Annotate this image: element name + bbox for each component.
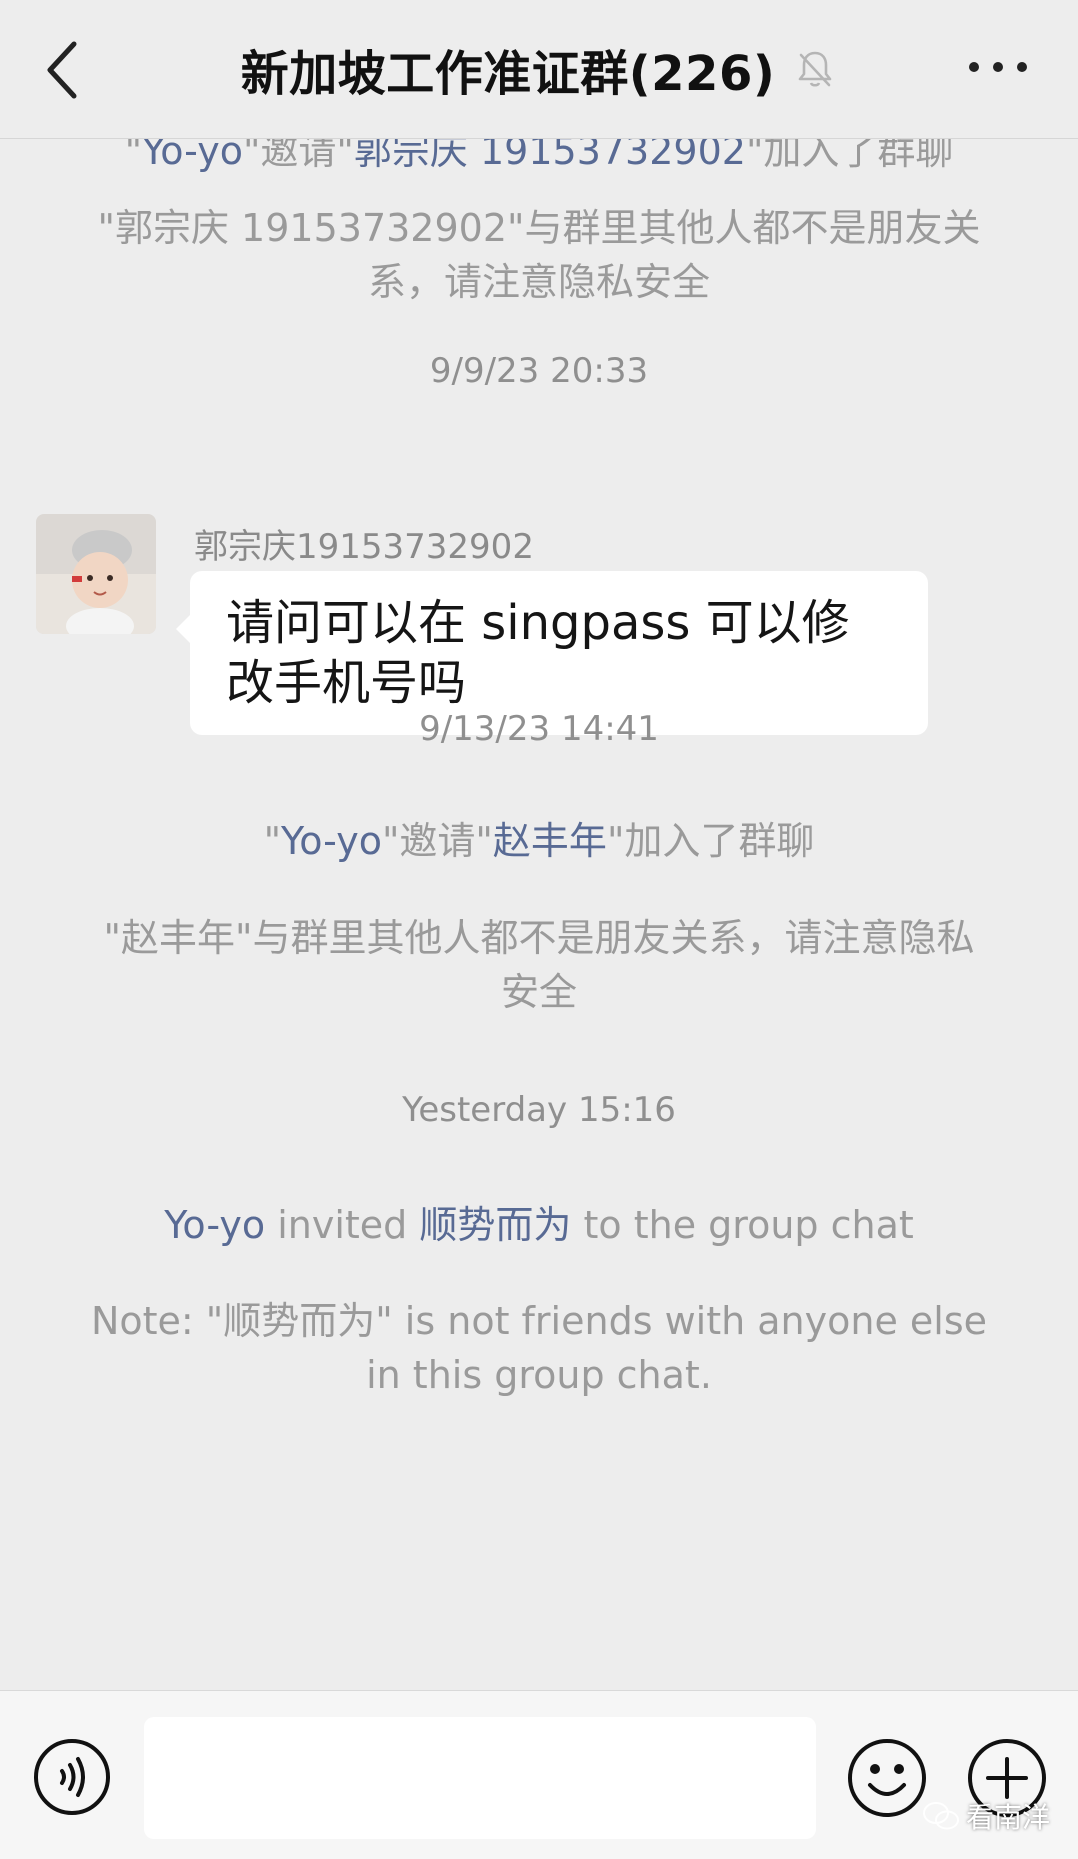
watermark: 看南洋 xyxy=(922,1796,1050,1836)
timestamp: 9/9/23 20:33 xyxy=(429,351,649,391)
emoji-icon xyxy=(848,1739,926,1817)
more-button[interactable] xyxy=(958,42,1038,92)
inviter-name[interactable]: Yo-yo xyxy=(164,1203,265,1247)
inviter-name[interactable]: Yo-yo xyxy=(281,819,382,863)
chat-title: 新加坡工作准证群(226) xyxy=(240,46,776,102)
voice-icon xyxy=(34,1739,110,1815)
message-input[interactable] xyxy=(144,1717,816,1839)
message-list[interactable]: "Yo-yo"邀请"郭宗庆 19153732902"加入了群聊 "郭宗庆 191… xyxy=(0,139,1078,1689)
chat-header: 新加坡工作准证群(226) xyxy=(0,0,1078,139)
emoji-button[interactable] xyxy=(846,1737,928,1819)
system-message-invite: "Yo-yo"邀请"郭宗庆 19153732902"加入了群聊 xyxy=(90,139,988,178)
timestamp: Yesterday 15:16 xyxy=(402,1090,676,1130)
invitee-name[interactable]: 赵丰年 xyxy=(493,819,607,863)
sender-name: 郭宗庆19153732902 xyxy=(194,527,534,567)
inviter-name[interactable]: Yo-yo xyxy=(142,139,243,173)
system-message-privacy: "郭宗庆 19153732902"与群里其他人都不是朋友关系，请注意隐私安全 xyxy=(97,206,981,304)
watermark-text: 看南洋 xyxy=(966,1801,1051,1834)
avatar[interactable] xyxy=(36,514,156,634)
system-message-note: Note: "顺势而为" is not friends with anyone … xyxy=(90,1299,988,1397)
more-dots-icon xyxy=(969,62,1027,72)
system-message-invite: "Yo-yo"邀请"赵丰年"加入了群聊 xyxy=(263,819,815,863)
bell-muted-icon xyxy=(798,51,832,87)
system-message-invite: Yo-yo invited 顺势而为 to the group chat xyxy=(164,1203,914,1247)
system-message-privacy: "赵丰年"与群里其他人都不是朋友关系，请注意隐私安全 xyxy=(103,916,975,1014)
input-bar xyxy=(0,1690,1078,1859)
voice-button[interactable] xyxy=(32,1737,112,1817)
invitee-name[interactable]: 郭宗庆 19153732902 xyxy=(354,139,746,173)
chat-title-wrap: 新加坡工作准证群(226) xyxy=(0,34,1078,104)
avatar-image xyxy=(36,514,156,634)
invitee-name[interactable]: 顺势而为 xyxy=(419,1203,571,1247)
timestamp: 9/13/23 14:41 xyxy=(419,709,659,749)
wechat-logo-icon xyxy=(923,1802,959,1830)
